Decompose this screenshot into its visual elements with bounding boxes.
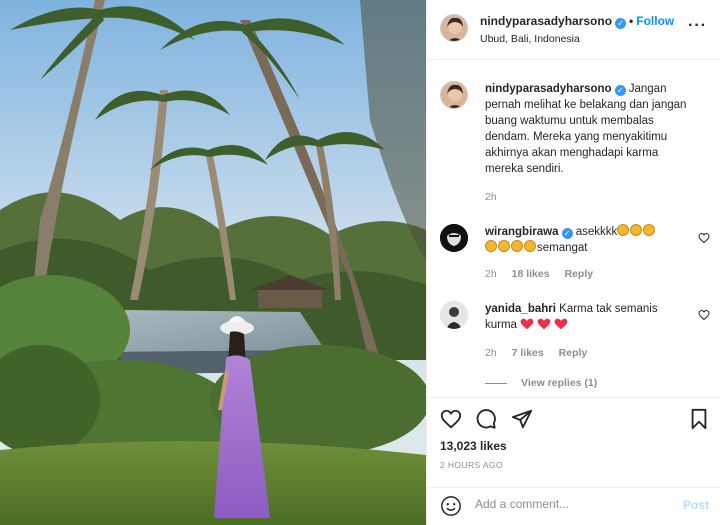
header-username-row: nindyparasadyharsono ✓ • Follow [480,14,674,29]
replies-divider-line [485,382,507,384]
comment-meta: 2h 7 likes Reply [485,347,599,359]
comment-likes[interactable]: 18 likes [512,268,550,280]
verified-icon: ✓ [615,18,627,29]
comment-avatar[interactable] [440,224,468,252]
like-comment-heart-icon[interactable] [698,309,710,321]
comment-username[interactable]: wirangbirawa [485,226,559,238]
post-comment-button[interactable]: Post [683,498,709,512]
view-replies-label: View replies (1) [521,377,598,389]
comment-time[interactable]: 2h [485,268,497,280]
clapping-hands-icon [485,240,497,252]
author-avatar[interactable] [440,14,468,42]
red-heart-icon [537,318,551,330]
comment-body: yanida_bahri Karma tak semanis kurma [485,301,690,333]
clapping-hands-icon [498,240,510,252]
comment-icon[interactable] [475,408,497,430]
reply-button[interactable]: Reply [564,268,593,280]
red-heart-icon [554,318,568,330]
comment-username[interactable]: yanida_bahri [485,303,556,315]
instagram-post: nindyparasadyharsono ✓ • Follow Ubud, Bali,… [0,0,720,525]
caption-time[interactable]: 2h [485,191,497,203]
verified-icon: ✓ [561,228,573,239]
caption-avatar[interactable] [440,81,468,109]
posted-time[interactable]: 2 HOURS AGO [440,460,503,470]
add-comment-bar: Post [427,487,720,525]
heart-icon[interactable] [440,408,462,430]
post-actions: 13,023 likes 2 HOURS AGO [427,397,720,487]
caption-meta: 2h [485,191,509,203]
post-sidebar: nindyparasadyharsono ✓ • Follow Ubud, Bali,… [426,0,720,525]
comments-section[interactable]: nindyparasadyharsono ✓ Jangan pernah meli… [427,61,720,397]
comment-text: asekkkk [575,226,618,238]
emoji-icon[interactable] [440,495,462,517]
caption-username[interactable]: nindyparasadyharsono [485,83,612,95]
reply-button[interactable]: Reply [559,347,588,359]
comment-meta: 2h 18 likes Reply [485,268,605,280]
caption-text: Jangan pernah melihat ke belakang dan ja… [485,83,687,175]
bookmark-icon[interactable] [688,408,710,430]
avatar-image [441,15,467,41]
comment-time[interactable]: 2h [485,347,497,359]
clapping-hands-icon [617,224,630,236]
verified-icon: ✓ [614,85,626,96]
clapping-hands-icon [524,240,536,252]
clapping-hands-icon [630,224,643,236]
red-heart-icon [520,318,534,330]
avatar-image [440,224,468,252]
avatar-image [441,82,467,108]
comment-body: wirangbirawa ✓ asekkkk semangat [485,224,690,256]
post-header: nindyparasadyharsono ✓ • Follow Ubud, Bali,… [427,0,720,60]
follow-button[interactable]: Follow [636,14,674,28]
resort-photo-illustration [0,0,426,525]
comment-text: semangat [537,242,588,254]
view-replies-button[interactable]: View replies (1) [485,377,597,389]
like-comment-heart-icon[interactable] [698,232,710,244]
avatar-image [440,301,468,329]
add-comment-input[interactable] [475,497,665,511]
comment-likes[interactable]: 7 likes [512,347,544,359]
separator-dot: • [629,14,634,28]
post-photo[interactable] [0,0,426,525]
post-location[interactable]: Ubud, Bali, Indonesia [480,33,580,45]
author-username[interactable]: nindyparasadyharsono [480,14,612,28]
clapping-hands-icon [643,224,656,236]
likes-count[interactable]: 13,023 likes [440,439,507,453]
more-horizontal-icon[interactable]: ··· [688,18,707,34]
comment-avatar[interactable] [440,301,468,329]
caption-body: nindyparasadyharsono ✓ Jangan pernah meli… [485,81,690,177]
clapping-hands-icon [511,240,523,252]
share-icon[interactable] [511,408,533,430]
